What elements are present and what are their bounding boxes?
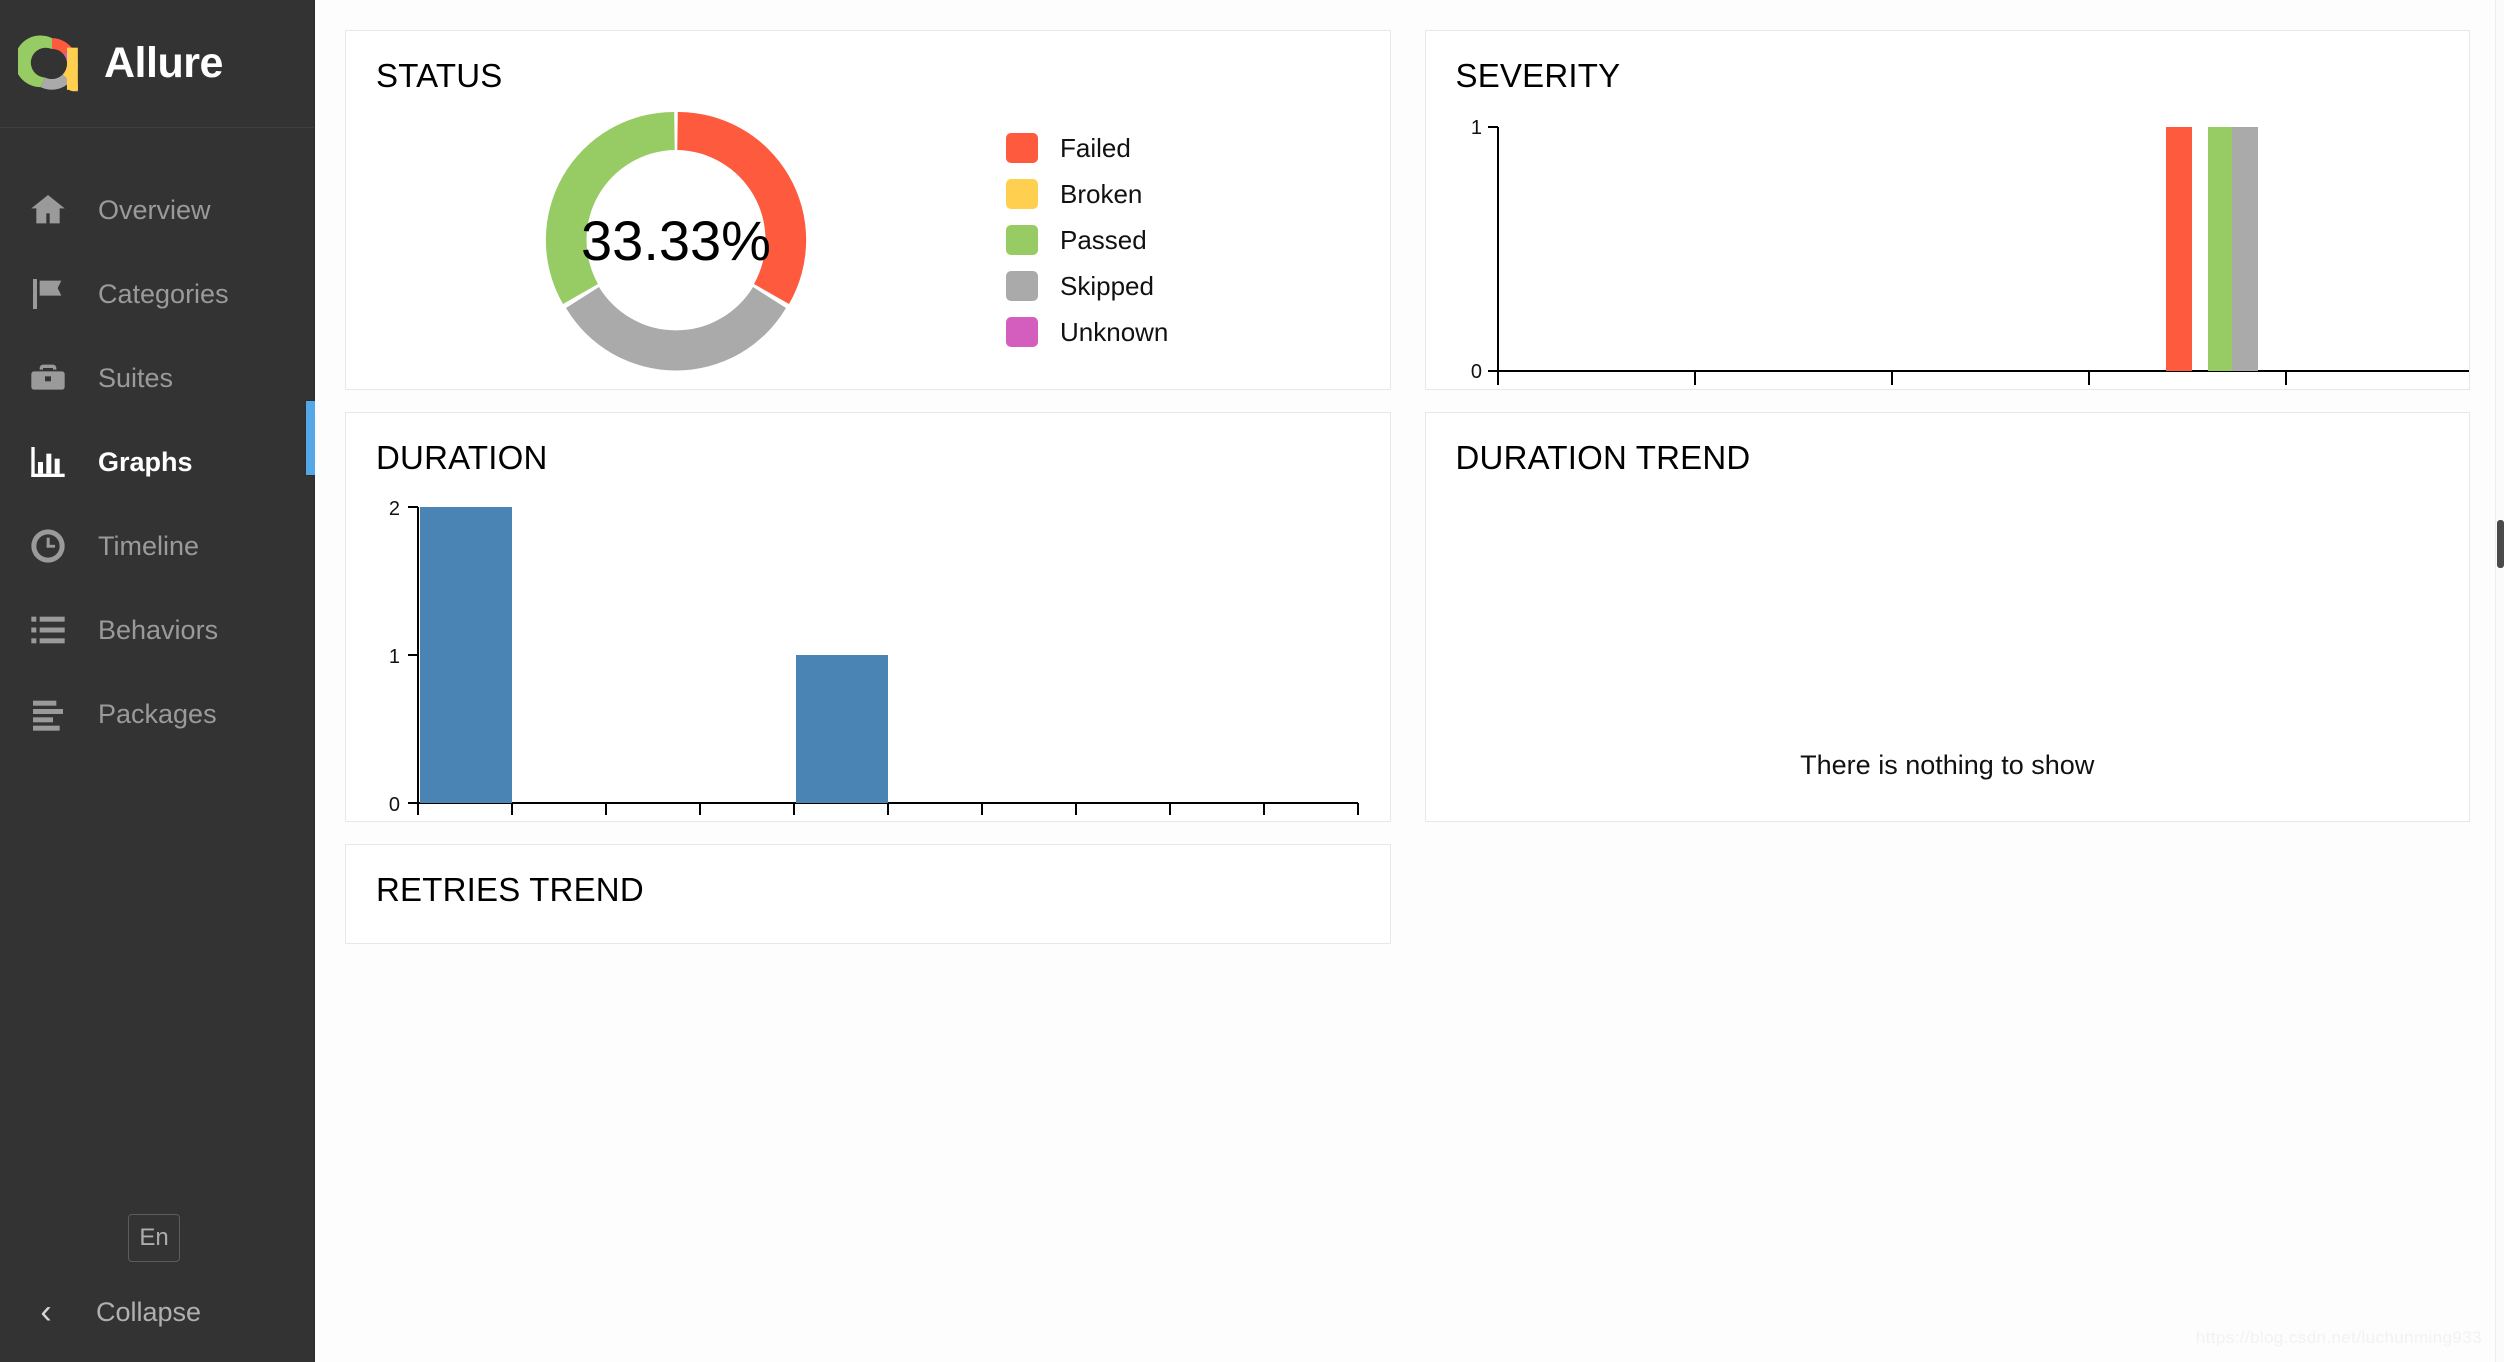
y-tick-label: 1 (389, 646, 400, 668)
donut-slice-failed[interactable] (677, 111, 807, 304)
legend-label: Passed (1060, 224, 1147, 255)
legend-item-broken[interactable]: Broken (1006, 179, 1168, 210)
legend-label: Skipped (1060, 270, 1154, 301)
x-tick-label: 3ms (682, 819, 718, 822)
sidebar-item-label: Suites (98, 362, 174, 393)
status-card: STATUS 33.33% Failed Broken Passed Skipp… (345, 30, 1391, 390)
language-toggle-button[interactable]: En (128, 1214, 180, 1262)
sidebar-footer: En ‹ Collapse (0, 1214, 314, 1362)
status-legend: Failed Broken Passed Skipped Unknown (1006, 133, 1168, 348)
legend-label: Broken (1060, 178, 1143, 209)
flag-icon (26, 272, 70, 316)
sidebar-item-label: Packages (98, 698, 217, 729)
y-tick-label: 2 (389, 498, 400, 520)
sidebar-item-categories[interactable]: Categories (0, 252, 314, 336)
duration-trend-empty-message: There is nothing to show (1800, 750, 2095, 780)
watermark-text: https://blog.csdn.net/luchunming933 (2195, 1328, 2482, 1347)
sidebar-item-label: Behaviors (98, 614, 219, 645)
sidebar-item-suites[interactable]: Suites (0, 336, 314, 420)
severity-card: SEVERITY 1 0 blo (1424, 30, 2471, 390)
sidebar: Allure Overview Categories Suites Graphs… (0, 0, 316, 1362)
x-tick-label: 5ms (870, 819, 906, 822)
chevron-left-icon: ‹ (40, 1292, 52, 1331)
duration-bar-0-1ms[interactable] (420, 507, 512, 803)
duration-card-title: DURATION (376, 439, 548, 476)
collapse-sidebar-button[interactable]: ‹ Collapse (0, 1284, 201, 1340)
duration-bar-4-5ms[interactable] (796, 655, 888, 803)
legend-swatch-failed (1006, 133, 1038, 163)
status-card-title: STATUS (376, 57, 503, 94)
x-tick-label: 2ms (588, 819, 624, 822)
severity-bar-passed[interactable] (2207, 127, 2232, 371)
severity-bar-skipped[interactable] (2231, 127, 2258, 371)
y-tick-label: 0 (1470, 361, 1481, 383)
x-tick-label: 0s (408, 819, 428, 822)
home-icon (26, 188, 70, 232)
scrollbar-thumb[interactable] (2497, 520, 2504, 568)
graphs-content: STATUS 33.33% Failed Broken Passed Skipp… (315, 0, 2504, 1362)
duration-trend-card: DURATION TREND There is nothing to show (1424, 412, 2470, 822)
legend-item-failed[interactable]: Failed (1006, 133, 1168, 164)
x-tick-label: 8ms (1152, 819, 1188, 822)
legend-swatch-passed (1006, 225, 1038, 255)
sidebar-nav: Overview Categories Suites Graphs Timeli… (0, 128, 314, 756)
legend-label: Unknown (1060, 316, 1169, 347)
x-tick-label: 6ms (964, 819, 1000, 822)
sidebar-item-behaviors[interactable]: Behaviors (0, 588, 314, 672)
sidebar-item-timeline[interactable]: Timeline (0, 504, 314, 588)
sidebar-item-label: Overview (98, 194, 211, 225)
packages-icon (26, 692, 70, 736)
duration-bar-chart[interactable]: 2 1 0 (346, 487, 1376, 822)
duration-trend-card-title: DURATION TREND (1455, 439, 1751, 476)
clock-icon (26, 524, 70, 568)
sidebar-item-packages[interactable]: Packages (0, 672, 314, 756)
list-icon (26, 608, 70, 652)
brand-header[interactable]: Allure (0, 0, 314, 128)
legend-swatch-skipped (1006, 271, 1038, 301)
donut-slice-passed[interactable] (545, 111, 675, 304)
x-tick-label: 1ms (494, 819, 530, 822)
donut-center-label: 33.33% (581, 209, 771, 272)
legend-swatch-broken (1006, 179, 1038, 209)
sidebar-item-overview[interactable]: Overview (0, 168, 314, 252)
legend-item-unknown[interactable]: Unknown (1006, 317, 1168, 348)
legend-label: Failed (1060, 132, 1131, 163)
x-tick-label: 9ms (1246, 819, 1282, 822)
briefcase-icon (26, 356, 70, 400)
retries-trend-card-title: RETRIES TREND (376, 871, 644, 908)
collapse-label: Collapse (96, 1296, 202, 1327)
duration-card: DURATION 2 1 0 (345, 412, 1391, 822)
retries-trend-card: RETRIES TREND (345, 844, 1391, 944)
legend-swatch-unknown (1006, 317, 1038, 347)
brand-name: Allure (104, 39, 223, 87)
legend-item-skipped[interactable]: Skipped (1006, 271, 1168, 302)
duration-x-axis: 0s 1ms 2ms 3ms 4ms 5ms 6ms 7ms 8ms 9ms 1… (408, 803, 1376, 822)
sidebar-item-label: Graphs (98, 446, 193, 477)
severity-bar-chart[interactable]: 1 0 blocker critical normal minor t (1426, 99, 2471, 389)
allure-logo-icon (14, 30, 86, 98)
bar-chart-icon (26, 440, 70, 484)
sidebar-item-graphs[interactable]: Graphs (0, 420, 314, 504)
sidebar-item-label: Timeline (98, 530, 200, 561)
severity-card-title: SEVERITY (1455, 57, 1621, 94)
allure-report-page: Allure Overview Categories Suites Graphs… (0, 0, 2504, 1362)
x-tick-label: 7ms (1058, 819, 1094, 822)
status-chart-body: 33.33% Failed Broken Passed Skipped Unkn… (346, 95, 1390, 385)
sidebar-item-label: Categories (98, 278, 229, 309)
y-tick-label: 1 (1470, 117, 1481, 139)
y-tick-label: 0 (389, 794, 400, 816)
severity-bar-failed[interactable] (2165, 127, 2192, 371)
legend-item-passed[interactable]: Passed (1006, 225, 1168, 256)
x-tick-label: 10ms (1331, 819, 1376, 822)
x-tick-label: 4ms (776, 819, 812, 822)
status-donut-chart[interactable]: 33.33% (346, 95, 1006, 385)
page-scrollbar[interactable] (2495, 0, 2504, 1362)
donut-slice-skipped[interactable] (566, 287, 786, 371)
